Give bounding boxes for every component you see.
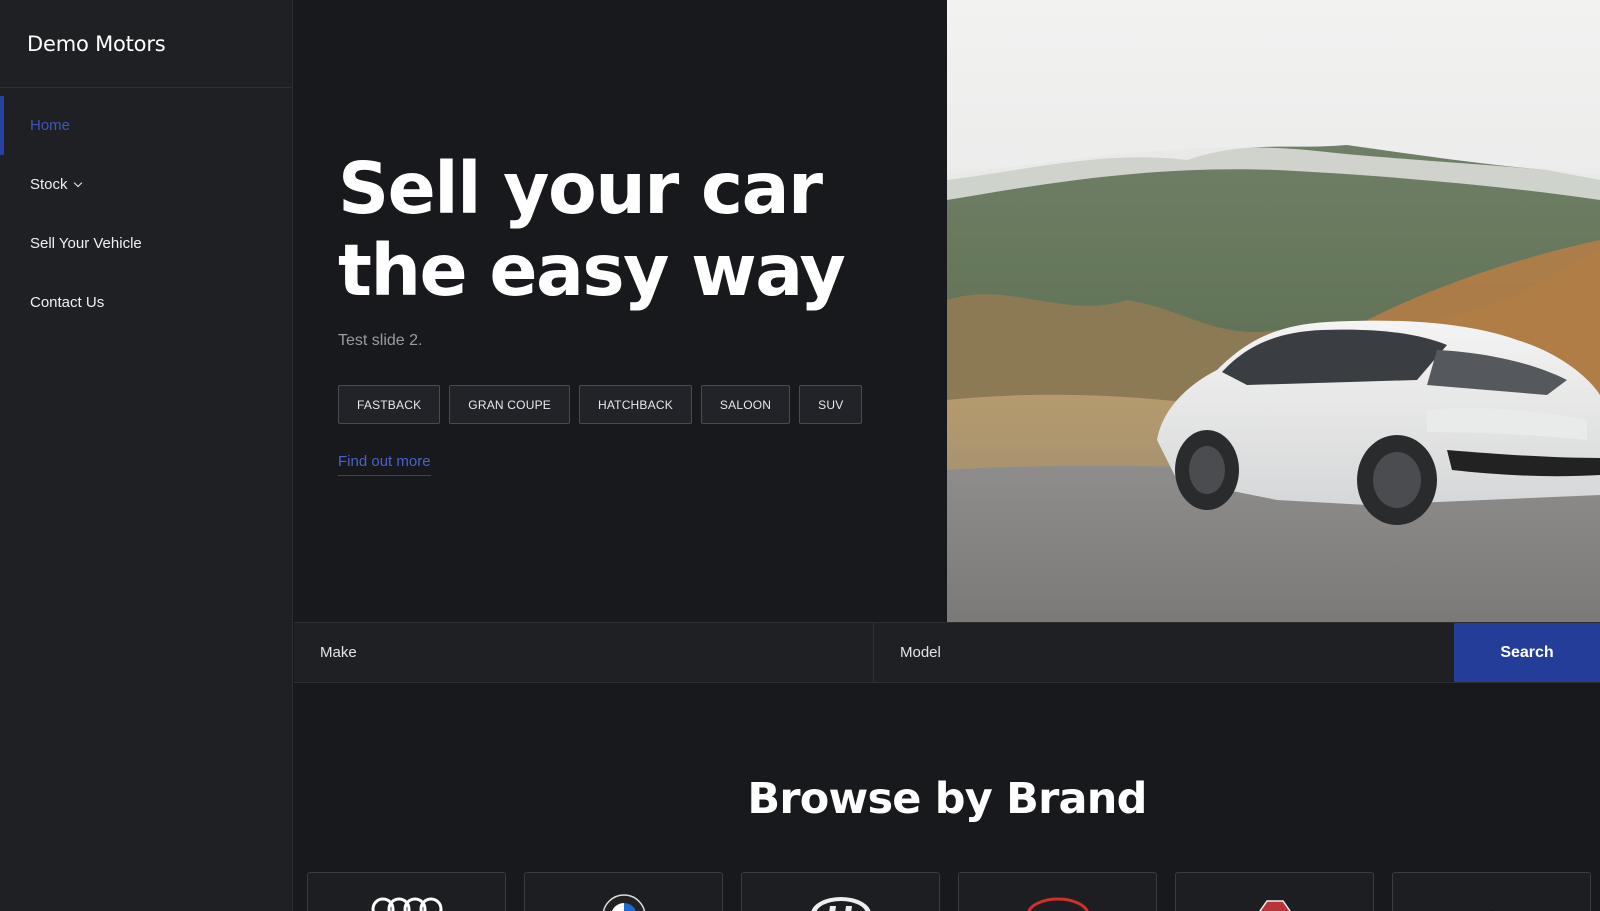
brand-card-mg[interactable] [1175, 872, 1374, 911]
main-nav: Home Stock Sell Your Vehicle Contact Us [0, 88, 292, 332]
tag-fastback[interactable]: FASTBACK [338, 385, 441, 424]
brand-card-toyota[interactable] [958, 872, 1157, 911]
brand-card-other[interactable] [1392, 872, 1591, 911]
brand-card-hyundai[interactable] [741, 872, 940, 911]
brand-card-audi[interactable] [307, 872, 506, 911]
tag-suv[interactable]: SUV [799, 385, 863, 424]
hero-car-photo [947, 0, 1600, 622]
vehicle-search-bar: Make Model Search [294, 622, 1600, 683]
model-select-label: Model [900, 644, 941, 661]
nav-item-label: Home [30, 117, 71, 134]
browse-by-brand-heading: Browse by Brand [747, 774, 1147, 824]
tag-gran-coupe[interactable]: GRAN COUPE [449, 385, 570, 424]
toyota-logo [1026, 897, 1089, 911]
body-type-tags: FASTBACK GRAN COUPE HATCHBACK SALOON SUV [338, 385, 863, 424]
nav-item-sell-your-vehicle[interactable]: Sell Your Vehicle [0, 214, 292, 273]
hero-title-line-2: the easy way [338, 229, 846, 312]
sidebar: Demo Motors Home Stock Sell Your Vehicle… [0, 0, 293, 911]
brand-card-bmw[interactable] [524, 872, 723, 911]
car-landscape-image [947, 0, 1600, 622]
chevron-down-icon [73, 178, 82, 188]
nav-item-stock[interactable]: Stock [0, 155, 292, 214]
hyundai-logo [810, 897, 871, 911]
nav-item-label: Sell Your Vehicle [30, 235, 142, 252]
brand-logo [1490, 909, 1493, 911]
tag-saloon[interactable]: SALOON [700, 385, 791, 424]
nav-item-home[interactable]: Home [0, 96, 292, 155]
hero-subtitle: Test slide 2. [338, 332, 423, 349]
make-select[interactable]: Make [294, 623, 874, 682]
make-select-label: Make [320, 644, 357, 661]
bmw-logo [602, 894, 645, 911]
nav-item-label: Stock [30, 176, 68, 193]
nav-item-label: Contact Us [30, 294, 105, 311]
mg-logo [1258, 900, 1291, 911]
hero-slide: Sell your car the easy way Test slide 2.… [294, 0, 947, 622]
hero-title: Sell your car the easy way [338, 148, 898, 312]
find-out-more-link[interactable]: Find out more [338, 453, 431, 476]
site-logo-text[interactable]: Demo Motors [0, 0, 292, 88]
tag-hatchback[interactable]: HATCHBACK [578, 385, 692, 424]
audi-logo [371, 897, 442, 911]
hero-title-line-1: Sell your car [338, 147, 823, 230]
search-button[interactable]: Search [1454, 623, 1600, 682]
nav-item-contact-us[interactable]: Contact Us [0, 273, 292, 332]
brand-list [307, 872, 1591, 911]
model-select[interactable]: Model [874, 623, 1454, 682]
